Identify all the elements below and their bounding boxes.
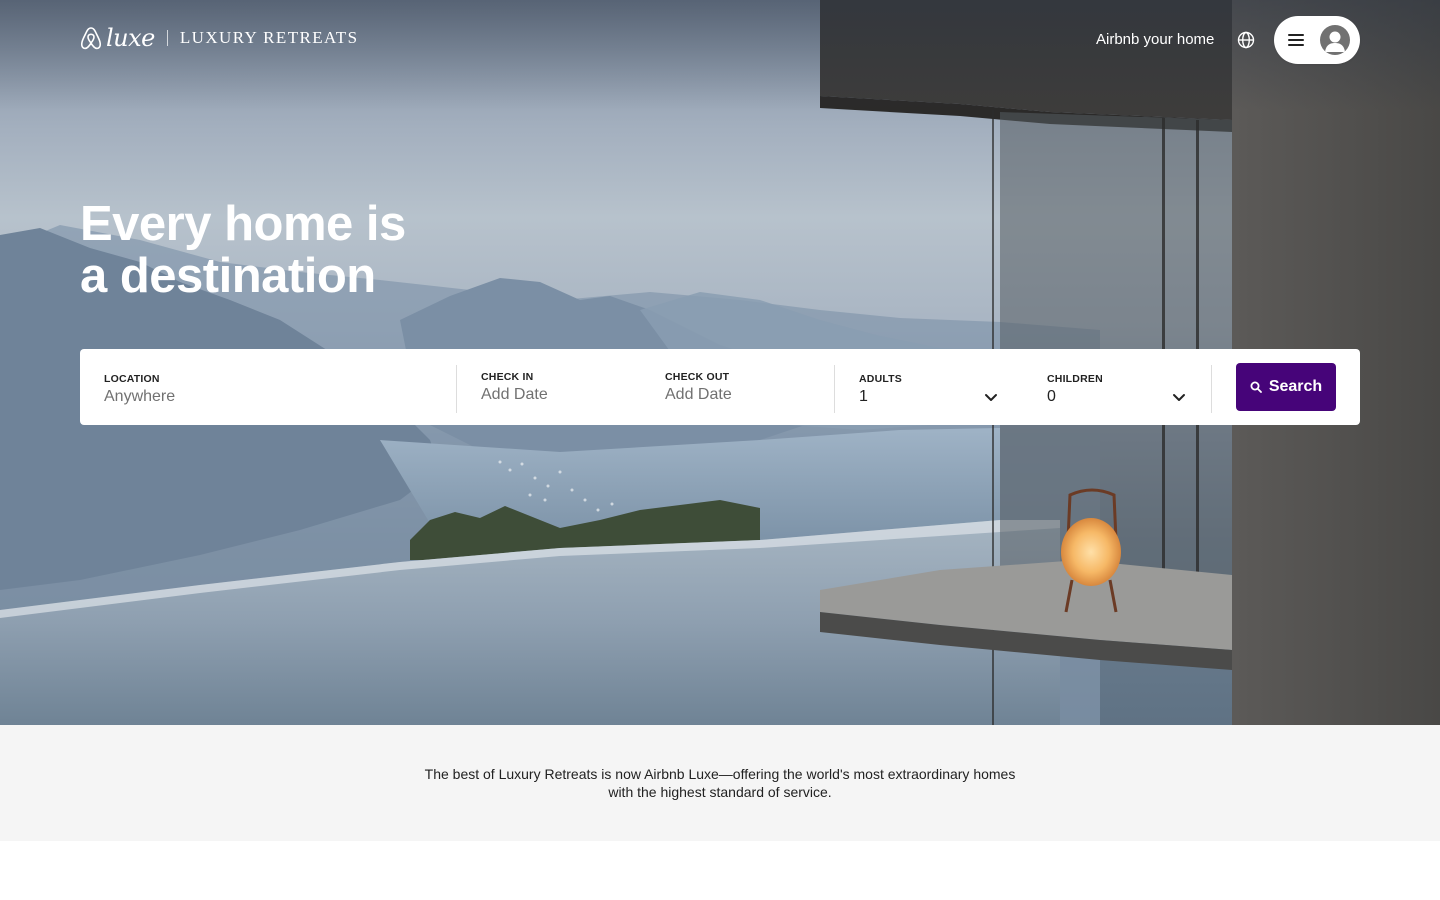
location-label: LOCATION: [104, 373, 160, 385]
children-label: CHILDREN: [1047, 373, 1103, 385]
search-button[interactable]: Search: [1236, 363, 1336, 411]
adults-label: ADULTS: [859, 373, 903, 385]
adults-value: 1: [859, 388, 868, 405]
info-band: The best of Luxury Retreats is now Airbn…: [0, 725, 1440, 841]
check-in-field[interactable]: CHECK IN Add Date: [457, 349, 641, 425]
luxe-wordmark: luxe: [106, 24, 155, 52]
search-button-label: Search: [1268, 378, 1323, 395]
luxury-retreats-wordmark: LUXURY RETREATS: [179, 28, 359, 47]
chevron-down-icon: [985, 394, 997, 401]
check-out-field[interactable]: CHECK OUT Add Date: [641, 349, 834, 425]
divider: [1211, 365, 1212, 413]
info-text: The best of Luxury Retreats is now Airbn…: [424, 766, 1016, 800]
search-icon: [1250, 381, 1262, 393]
top-gradient-overlay: [0, 0, 1440, 110]
airbnb-belo-icon: [80, 27, 102, 50]
location-field[interactable]: LOCATION Anywhere: [80, 349, 456, 425]
luxe-logo[interactable]: luxe LUXURY RETREATS: [80, 22, 358, 54]
check-in-input[interactable]: Add Date: [481, 386, 548, 404]
hero-headline: Every home is a destination: [80, 198, 600, 302]
language-button[interactable]: [1234, 28, 1258, 52]
globe-icon: [1237, 31, 1255, 49]
headline-line-1: Every home is: [80, 197, 406, 251]
user-menu-button[interactable]: [1274, 16, 1360, 64]
check-out-input[interactable]: Add Date: [665, 386, 732, 404]
airbnb-your-home-link[interactable]: Airbnb your home: [1096, 30, 1214, 50]
children-value: 0: [1047, 388, 1056, 405]
chevron-down-icon: [1173, 394, 1185, 401]
user-avatar-icon: [1320, 25, 1350, 55]
search-bar: LOCATION Anywhere CHECK IN Add Date CHEC…: [80, 349, 1360, 425]
check-out-label: CHECK OUT: [665, 371, 730, 383]
headline-line-2: a destination: [80, 249, 376, 303]
children-select[interactable]: CHILDREN 0: [1023, 349, 1211, 425]
location-input[interactable]: Anywhere: [104, 388, 175, 406]
logo-divider: [166, 30, 168, 46]
check-in-label: CHECK IN: [481, 371, 534, 383]
adults-select[interactable]: ADULTS 1: [835, 349, 1023, 425]
hamburger-icon: [1288, 34, 1304, 46]
